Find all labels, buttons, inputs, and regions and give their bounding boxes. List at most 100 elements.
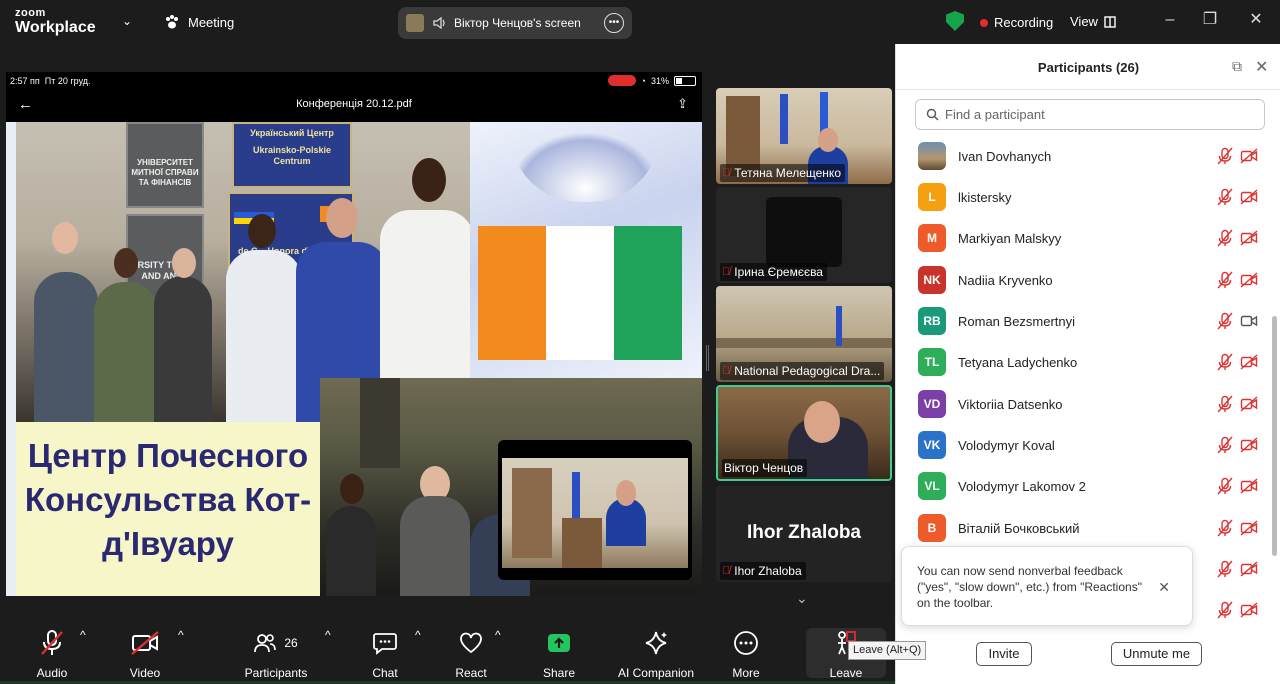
participant-name: Tetyana Ladychenko	[958, 355, 1078, 370]
maximize-icon[interactable]: ❐	[1200, 10, 1220, 30]
video-off-icon[interactable]	[1240, 560, 1258, 578]
video-on-icon[interactable]	[1240, 312, 1258, 330]
more-options-icon[interactable]: •••	[604, 13, 624, 33]
participant-row[interactable]: RB Roman Bezsmertnyi	[896, 301, 1272, 342]
participant-row[interactable]: NK Nadiia Kryvenko	[896, 260, 1272, 301]
view-button[interactable]: View	[1070, 14, 1116, 29]
participant-row[interactable]: VD Viktoriia Datsenko	[896, 384, 1272, 425]
video-tile-active-speaker[interactable]: Віктор Ченцов	[716, 385, 892, 481]
video-off-icon[interactable]	[1240, 229, 1258, 247]
leave-label: Leave	[829, 666, 863, 680]
chat-button[interactable]: Chat	[362, 628, 408, 680]
mic-muted-icon[interactable]	[1216, 312, 1234, 330]
ai-companion-button[interactable]: AI Companion	[612, 628, 700, 680]
participant-avatar: VK	[918, 431, 946, 459]
mic-muted-icon[interactable]	[1216, 477, 1234, 495]
video-tile[interactable]: 🎙̸ National Pedagogical Dra...	[716, 286, 892, 382]
audio-options-caret[interactable]: ^	[80, 628, 86, 642]
chat-options-caret[interactable]: ^	[415, 628, 421, 642]
person-head	[818, 128, 838, 152]
react-button[interactable]: React	[448, 628, 494, 680]
mic-muted-icon[interactable]	[1216, 188, 1234, 206]
video-tile[interactable]: 🎙̸ Тетяна Мелещенко	[716, 88, 892, 184]
participants-options-caret[interactable]: ^	[325, 628, 331, 642]
participant-search[interactable]	[915, 99, 1265, 130]
search-icon	[926, 108, 939, 121]
battery-label: 31%	[650, 75, 669, 86]
pop-out-icon[interactable]: ⧉	[1229, 58, 1245, 74]
logo-line1: zoom	[15, 7, 46, 19]
video-label: Video	[129, 666, 161, 680]
scrollbar-thumb[interactable]	[1272, 316, 1277, 556]
mic-muted-icon[interactable]	[1216, 271, 1234, 289]
recording-indicator[interactable]: Recording	[980, 15, 1053, 30]
close-toast-icon[interactable]: ✕	[1158, 579, 1170, 595]
participant-row[interactable]: M Markiyan Malskyy	[896, 218, 1272, 259]
video-off-icon[interactable]	[1240, 395, 1258, 413]
speaker-icon	[433, 16, 445, 30]
search-input[interactable]	[945, 107, 1245, 122]
screen-share-indicator[interactable]: Віктор Ченцов's screen •••	[398, 7, 632, 39]
close-panel-icon[interactable]: ✕	[1255, 57, 1268, 77]
lamp-post	[360, 378, 400, 468]
share-button[interactable]: Share	[536, 628, 582, 680]
video-off-icon[interactable]	[1240, 477, 1258, 495]
participant-row[interactable]: Ivan Dovhanych	[896, 136, 1272, 177]
scroll-down-icon[interactable]: ⌄	[796, 590, 808, 607]
minimize-icon[interactable]: –	[1160, 10, 1180, 30]
presentation-slide: УНІВЕРСИТЕТ МИТНОЇ СПРАВИ ТА ФІНАНСІВ Ук…	[6, 122, 702, 596]
video-off-icon[interactable]	[1240, 147, 1258, 165]
participant-row[interactable]: VL Volodymyr Lakomov 2	[896, 466, 1272, 507]
person-head	[340, 474, 364, 504]
video-options-caret[interactable]: ^	[178, 628, 184, 642]
more-button[interactable]: More	[724, 628, 768, 680]
participant-name: Nadiia Kryvenko	[958, 273, 1053, 288]
mic-muted-icon[interactable]	[1216, 519, 1234, 537]
video-off-icon[interactable]	[1240, 353, 1258, 371]
shared-screen[interactable]: 2:57 пп Пт 20 груд. ◔ 31% ← Конференція …	[6, 72, 702, 596]
video-off-icon[interactable]	[1240, 519, 1258, 537]
chevron-down-icon[interactable]: ⌄	[122, 14, 132, 28]
audio-button[interactable]: Audio	[22, 628, 82, 680]
video-tile[interactable]: 🎙̸ Ірина Єремєєва	[716, 187, 892, 283]
participant-row[interactable]: VK Volodymyr Koval	[896, 425, 1272, 466]
invite-button[interactable]: Invite	[976, 642, 1032, 666]
person-figure	[34, 272, 98, 422]
video-tile[interactable]: Ihor Zhaloba 🎙̸ Ihor Zhaloba	[716, 486, 892, 582]
mic-muted-icon[interactable]	[1216, 560, 1234, 578]
splitter-handle[interactable]	[706, 345, 709, 371]
university-plaque: УНІВЕРСИТЕТ МИТНОЇ СПРАВИ ТА ФІНАНСІВ	[126, 122, 204, 208]
meeting-info-button[interactable]: Meeting	[164, 14, 234, 30]
video-button[interactable]: Video	[115, 628, 175, 680]
video-off-icon[interactable]	[1240, 436, 1258, 454]
device-status-bar: 2:57 пп Пт 20 груд. ◔ 31%	[6, 72, 702, 90]
video-off-icon[interactable]	[1240, 188, 1258, 206]
panel-scrollbar[interactable]	[1272, 136, 1277, 566]
person-head	[616, 480, 636, 506]
react-options-caret[interactable]: ^	[495, 628, 501, 642]
participant-name: Ivan Dovhanych	[958, 149, 1052, 164]
participant-row[interactable]: B Віталій Бочковський	[896, 508, 1272, 549]
record-dot-icon	[980, 18, 988, 27]
video-off-icon[interactable]	[1240, 601, 1258, 619]
mic-muted-icon[interactable]	[1216, 395, 1234, 413]
video-off-icon[interactable]	[1240, 271, 1258, 289]
share-screen-icon	[548, 634, 570, 652]
share-label: Віктор Ченцов's screen	[454, 16, 581, 30]
participant-avatar: RB	[918, 307, 946, 335]
participants-button[interactable]: 26 Participants	[238, 628, 314, 680]
shield-check-icon[interactable]	[946, 11, 964, 31]
participant-avatar: VL	[918, 472, 946, 500]
participant-avatar: TL	[918, 348, 946, 376]
participant-row[interactable]: Llkistersky	[896, 177, 1272, 218]
mic-muted-icon[interactable]	[1216, 229, 1234, 247]
mic-muted-icon[interactable]	[1216, 601, 1234, 619]
mic-muted-icon[interactable]	[1216, 353, 1234, 371]
participants-icon	[254, 634, 277, 653]
flag-eu	[780, 94, 788, 144]
unmute-me-button[interactable]: Unmute me	[1111, 642, 1202, 666]
close-window-icon[interactable]: ✕	[1246, 10, 1266, 30]
participant-row[interactable]: TL Tetyana Ladychenko	[896, 342, 1272, 383]
mic-muted-icon[interactable]	[1216, 147, 1234, 165]
mic-muted-icon[interactable]	[1216, 436, 1234, 454]
